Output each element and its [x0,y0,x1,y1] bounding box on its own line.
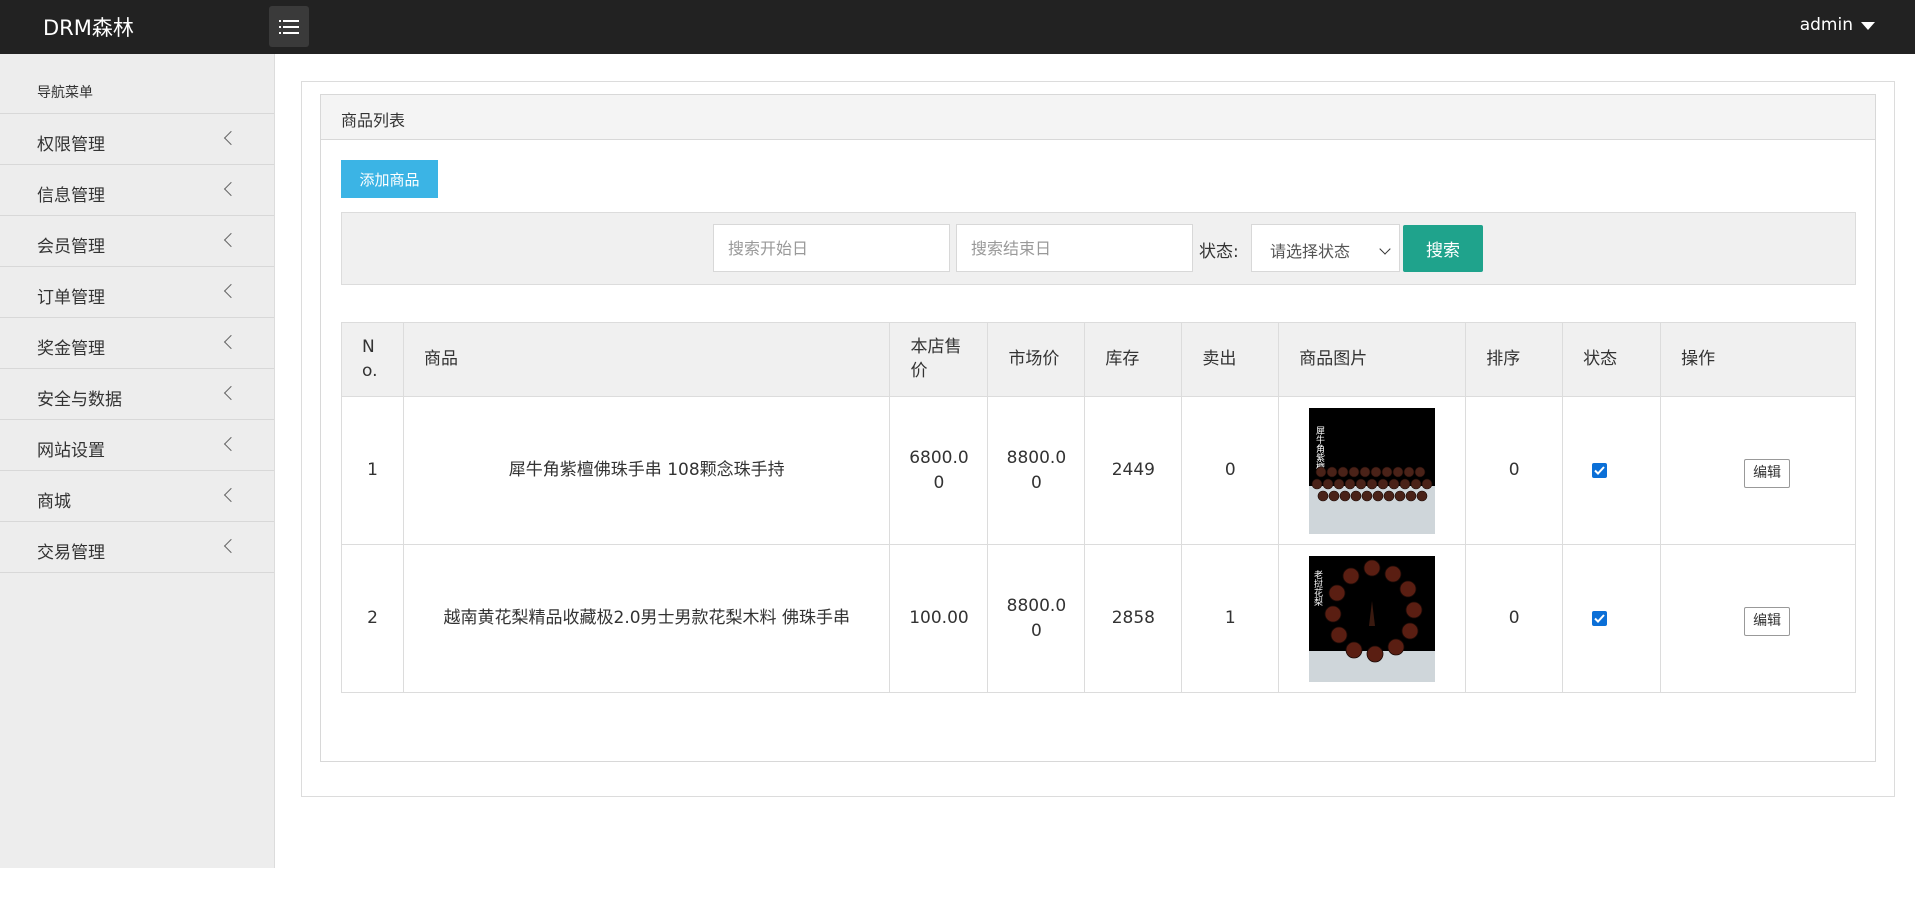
cell-status [1562,544,1662,693]
chevron-left-icon [223,130,239,146]
search-bar: 状态: 请选择状态 搜索 [341,212,1856,285]
cell-status [1562,396,1662,545]
status-select-value: 请选择状态 [1270,242,1351,261]
cell-shop-price: 100.00 [889,544,989,693]
chevron-left-icon [223,232,239,248]
product-image: 犀牛角紫檀 [1309,407,1436,534]
col-header-status: 状态 [1562,322,1662,397]
table-row: 1 犀牛角紫檀佛珠手串 108颗念珠手持 6800.00 8800.00 244… [341,396,1856,545]
sidebar-item-mall[interactable]: 商城 [0,471,274,522]
sidebar-item-permissions[interactable]: 权限管理 [0,114,274,165]
checkmark-icon [1594,614,1605,624]
cell-no: 2 [341,544,404,693]
list-menu-icon [279,19,299,34]
product-image: 老挝花梨 [1309,555,1436,682]
sidebar-item-security[interactable]: 安全与数据 [0,369,274,420]
sidebar-item-label: 信息管理 [37,186,105,206]
caret-down-icon [1861,22,1875,30]
cell-market-price: 8800.00 [987,396,1086,545]
cell-sort: 0 [1465,544,1564,693]
col-header-product: 商品 [402,322,891,397]
status-checkbox[interactable] [1592,463,1608,479]
chevron-left-icon [223,538,239,554]
checkmark-icon [1594,466,1605,476]
cell-stock: 2858 [1084,544,1183,693]
cell-product-name: 越南黄花梨精品收藏极2.0男士男款花梨木料 佛珠手串 [402,544,891,693]
cell-no: 1 [341,396,404,545]
product-table: No. 商品 本店售价 市场价 库存 卖出 商品图片 排序 状态 操作 1 犀牛… [341,322,1856,693]
col-header-image: 商品图片 [1278,322,1467,397]
sidebar-item-label: 商城 [37,492,71,512]
status-select[interactable]: 请选择状态 [1251,224,1400,272]
chevron-left-icon [223,283,239,299]
sidebar-item-bonus[interactable]: 奖金管理 [0,318,274,369]
col-header-sort: 排序 [1465,322,1564,397]
table-row: 2 越南黄花梨精品收藏极2.0男士男款花梨木料 佛珠手串 100.00 8800… [341,544,1856,693]
col-header-sold: 卖出 [1181,322,1280,397]
cell-stock: 2449 [1084,396,1183,545]
cell-sort: 0 [1465,396,1564,545]
cell-action: 编辑 [1660,396,1856,545]
panel-title: 商品列表 [321,95,1875,140]
col-header-market-price: 市场价 [987,322,1086,397]
username: admin [1799,15,1853,35]
chevron-left-icon [223,334,239,350]
svg-text:老挝花梨: 老挝花梨 [1312,568,1323,606]
sidebar-item-info[interactable]: 信息管理 [0,165,274,216]
sidebar-item-site-settings[interactable]: 网站设置 [0,420,274,471]
status-checkbox[interactable] [1592,611,1608,627]
col-header-shop-price: 本店售价 [889,322,989,397]
sidebar: 导航菜单 权限管理 信息管理 会员管理 订单管理 奖金管理 安全与数据 网站设置… [0,54,275,868]
sidebar-item-label: 奖金管理 [37,339,105,359]
sidebar-item-label: 订单管理 [37,288,105,308]
chevron-left-icon [223,181,239,197]
menu-toggle-button[interactable] [269,6,309,47]
sidebar-item-label: 网站设置 [37,441,105,461]
add-product-button[interactable]: 添加商品 [341,160,438,198]
cell-sold: 1 [1181,544,1280,693]
sidebar-item-label: 安全与数据 [37,390,122,410]
sidebar-item-trading[interactable]: 交易管理 [0,522,274,573]
table-header-row: No. 商品 本店售价 市场价 库存 卖出 商品图片 排序 状态 操作 [341,322,1856,397]
chevron-down-icon [1379,243,1391,255]
svg-text:犀牛角紫檀: 犀牛角紫檀 [1314,425,1325,471]
edit-button[interactable]: 编辑 [1744,607,1791,636]
search-button[interactable]: 搜索 [1403,225,1483,272]
edit-button[interactable]: 编辑 [1744,459,1791,488]
sidebar-item-label: 权限管理 [37,135,105,155]
chevron-left-icon [223,385,239,401]
cell-shop-price: 6800.00 [889,396,989,545]
col-header-stock: 库存 [1084,322,1183,397]
chevron-left-icon [223,436,239,452]
cell-market-price: 8800.00 [987,544,1086,693]
cell-sold: 0 [1181,396,1280,545]
search-start-date-input[interactable] [713,224,950,272]
brand-logo[interactable]: DRM森林 [43,12,134,42]
top-navbar: DRM森林 admin [0,0,1915,54]
sidebar-item-members[interactable]: 会员管理 [0,216,274,267]
user-menu[interactable]: admin [1800,15,1875,35]
sidebar-heading: 导航菜单 [0,54,274,114]
sidebar-item-label: 交易管理 [37,543,105,563]
col-header-action: 操作 [1660,322,1856,397]
col-header-no: No. [341,322,404,397]
cell-image: 老挝花梨 [1278,544,1467,693]
cell-image: 犀牛角紫檀 [1278,396,1467,545]
cell-product-name: 犀牛角紫檀佛珠手串 108颗念珠手持 [402,396,891,545]
chevron-left-icon [223,487,239,503]
search-end-date-input[interactable] [956,224,1193,272]
cell-action: 编辑 [1660,544,1856,693]
sidebar-item-label: 会员管理 [37,237,105,257]
status-label: 状态: [1199,242,1239,262]
sidebar-item-orders[interactable]: 订单管理 [0,267,274,318]
